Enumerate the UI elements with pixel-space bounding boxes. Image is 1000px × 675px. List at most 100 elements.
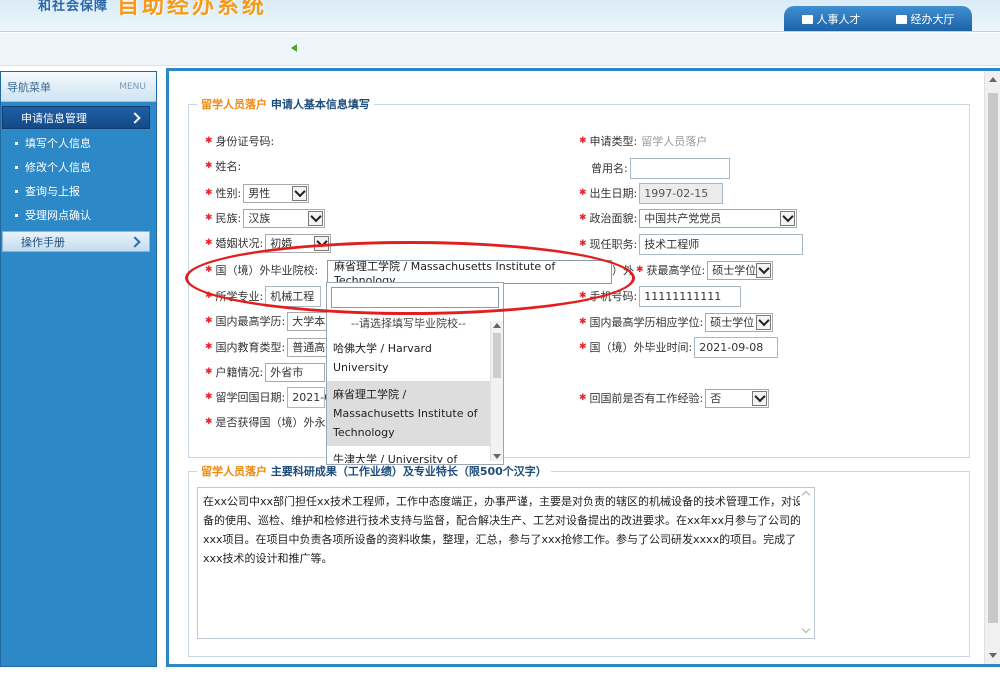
marital-select[interactable]: 初婚 bbox=[265, 233, 332, 253]
label-permanent: 是否获得国（境）外永 bbox=[215, 416, 326, 429]
scroll-down-icon[interactable] bbox=[493, 454, 501, 459]
school-options: --请选择填写毕业院校-- 哈佛大学 / Harvard University … bbox=[327, 313, 490, 463]
research-textarea[interactable]: 在xx公司中xx部门担任xx技术工程师，工作中态度端正，办事严谨，主要是对负责的… bbox=[197, 487, 815, 639]
chevron-down-icon bbox=[756, 314, 772, 330]
household-value: 外省市 bbox=[270, 366, 304, 379]
required-star: ✱ bbox=[205, 342, 213, 352]
school-dropdown: --请选择填写毕业院校-- 哈佛大学 / Harvard University … bbox=[326, 282, 504, 465]
legend-highlight: 留学人员落户 bbox=[201, 98, 267, 111]
work-exp-value: 否 bbox=[710, 392, 722, 405]
required-star: ✱ bbox=[205, 188, 213, 198]
school-option-harvard[interactable]: 哈佛大学 / Harvard University bbox=[327, 335, 490, 381]
grad-time-input[interactable]: 2021-09-08 bbox=[694, 336, 779, 358]
domestic-edu-select[interactable]: 大学本 bbox=[287, 311, 328, 331]
building-icon bbox=[895, 14, 907, 24]
chevron-down-icon bbox=[292, 185, 308, 201]
legend-text: 申请人基本信息填写 bbox=[270, 98, 370, 111]
field-phone: ✱ 手机号码: 11111111111 bbox=[579, 285, 742, 307]
required-star: ✱ bbox=[205, 417, 213, 427]
chevron-right-icon bbox=[129, 235, 141, 248]
school-combobox[interactable]: 麻省理工学院 / Massachusetts Institute of Tech… bbox=[327, 260, 612, 287]
sidebar-item-edit-info[interactable]: 修改个人信息 bbox=[1, 155, 156, 179]
sidebar: 导航菜单 MENU 申请信息管理 填写个人信息 修改个人信息 查询与上报 受理网… bbox=[0, 71, 157, 667]
domestic-degree-select[interactable]: 硕士学位 bbox=[705, 312, 774, 332]
school-search-input[interactable] bbox=[331, 287, 499, 308]
major-input[interactable]: 机械工程 bbox=[265, 285, 322, 307]
chevron-down-icon bbox=[308, 210, 324, 226]
former-name-input[interactable] bbox=[629, 157, 730, 179]
page-scrollbar[interactable] bbox=[984, 71, 1000, 664]
field-grad-time: ✱ 国（境）外毕业时间: 2021-09-08 bbox=[579, 336, 779, 358]
scroll-thumb[interactable] bbox=[493, 333, 501, 378]
required-star: ✱ bbox=[579, 291, 587, 301]
degree-abroad-select[interactable]: 硕士学位 bbox=[707, 260, 774, 280]
chevron-down-icon[interactable] bbox=[801, 624, 811, 634]
nav-hr-talent[interactable]: 人事人才 bbox=[801, 11, 861, 27]
basic-info-legend: 留学人员落户 申请人基本信息填写 bbox=[197, 96, 374, 112]
sidebar-header: 导航菜单 MENU bbox=[1, 72, 156, 102]
monitor-icon bbox=[801, 14, 813, 24]
sidebar-item-fill-info[interactable]: 填写个人信息 bbox=[1, 131, 156, 155]
chevron-up-icon[interactable] bbox=[801, 490, 811, 500]
top-header: 和社会保障 自助经办系统 人事人才 经办大厅 bbox=[0, 0, 1000, 32]
required-star: ✱ bbox=[205, 238, 213, 248]
label-position: 现任职务: bbox=[589, 238, 638, 251]
apply-type-value: 留学人员落户 bbox=[641, 135, 708, 148]
field-major: ✱ 所学专业: 机械工程 bbox=[205, 285, 322, 307]
field-birth: ✱ 出生日期: 1997-02-15 bbox=[579, 182, 724, 204]
label-major: 所学专业: bbox=[215, 290, 264, 303]
sidebar-item-confirm-site[interactable]: 受理网点确认 bbox=[1, 203, 156, 227]
edu-type-select[interactable]: 普通高 bbox=[287, 337, 328, 357]
field-name: ✱ 姓名: bbox=[205, 156, 241, 176]
scroll-down-icon[interactable] bbox=[989, 653, 997, 658]
logo-title: 自助经办系统 bbox=[117, 0, 268, 19]
menu-manual[interactable]: 操作手册 bbox=[2, 231, 150, 252]
field-former-name: 曾用名: bbox=[579, 157, 730, 179]
school-option-mit[interactable]: 麻省理工学院 / Massachusetts Institute of Tech… bbox=[327, 381, 490, 446]
scroll-up-icon[interactable] bbox=[493, 323, 501, 328]
textarea-scrollbar[interactable] bbox=[800, 488, 814, 638]
label-name: 姓名: bbox=[215, 160, 242, 173]
nav-hall-label: 经办大厅 bbox=[910, 13, 955, 26]
top-nav: 人事人才 经办大厅 bbox=[784, 6, 972, 31]
required-star: ✱ bbox=[636, 265, 644, 275]
gender-select[interactable]: 男性 bbox=[243, 183, 310, 203]
ethnic-value: 汉族 bbox=[248, 212, 271, 225]
scroll-thumb[interactable] bbox=[988, 93, 998, 623]
field-degree-abroad: ）外 ✱ 获最高学位: 硕士学位 bbox=[612, 260, 774, 280]
sidebar-item-query-report[interactable]: 查询与上报 bbox=[1, 179, 156, 203]
school-option-placeholder[interactable]: --请选择填写毕业院校-- bbox=[327, 313, 490, 335]
birth-input[interactable]: 1997-02-15 bbox=[639, 182, 724, 204]
research-text: 在xx公司中xx部门担任xx技术工程师，工作中态度端正，办事严谨，主要是对负责的… bbox=[203, 495, 804, 565]
nav-hr-label: 人事人才 bbox=[816, 13, 861, 26]
ethnic-select[interactable]: 汉族 bbox=[243, 208, 326, 228]
field-political: ✱ 政治面貌: 中国共产党党员 bbox=[579, 208, 798, 228]
political-select[interactable]: 中国共产党党员 bbox=[639, 208, 798, 228]
scroll-up-icon[interactable] bbox=[989, 77, 997, 82]
return-date-input[interactable]: 2021-0 bbox=[287, 386, 331, 408]
phone-input[interactable]: 11111111111 bbox=[639, 285, 742, 307]
label-domestic-edu: 国内最高学历: bbox=[215, 315, 286, 328]
sidebar-title-en: MENU bbox=[119, 81, 146, 92]
work-exp-select[interactable]: 否 bbox=[705, 388, 770, 408]
marital-value: 初婚 bbox=[270, 237, 293, 250]
field-edu-type: ✱ 国内教育类型: 普通高 bbox=[205, 337, 328, 357]
research-legend: 留学人员落户 主要科研成果（工作业绩）及专业特长（限500个汉字） bbox=[197, 463, 551, 479]
label-birth: 出生日期: bbox=[589, 187, 638, 200]
field-domestic-edu: ✱ 国内最高学历: 大学本 bbox=[205, 311, 328, 331]
required-star: ✱ bbox=[205, 213, 213, 223]
field-position: ✱ 现任职务: 技术工程师 bbox=[579, 233, 804, 255]
birth-value: 1997-02-15 bbox=[644, 186, 709, 200]
menu-apply-info[interactable]: 申请信息管理 bbox=[2, 106, 150, 129]
sub-bar bbox=[0, 33, 1000, 66]
domestic-degree-value: 硕士学位 bbox=[710, 316, 755, 329]
speaker-icon[interactable] bbox=[291, 44, 297, 52]
label-degree-abroad-b: 获最高学位: bbox=[646, 264, 706, 277]
position-input[interactable]: 技术工程师 bbox=[639, 233, 804, 255]
dropdown-scrollbar[interactable] bbox=[490, 321, 503, 461]
nav-service-hall[interactable]: 经办大厅 bbox=[895, 11, 955, 27]
chevron-down-icon bbox=[752, 390, 768, 406]
required-star: ✱ bbox=[579, 317, 587, 327]
school-option-oxford[interactable]: 牛津大学 / University of Oxford bbox=[327, 446, 490, 463]
household-select[interactable]: 外省市 bbox=[265, 362, 326, 382]
